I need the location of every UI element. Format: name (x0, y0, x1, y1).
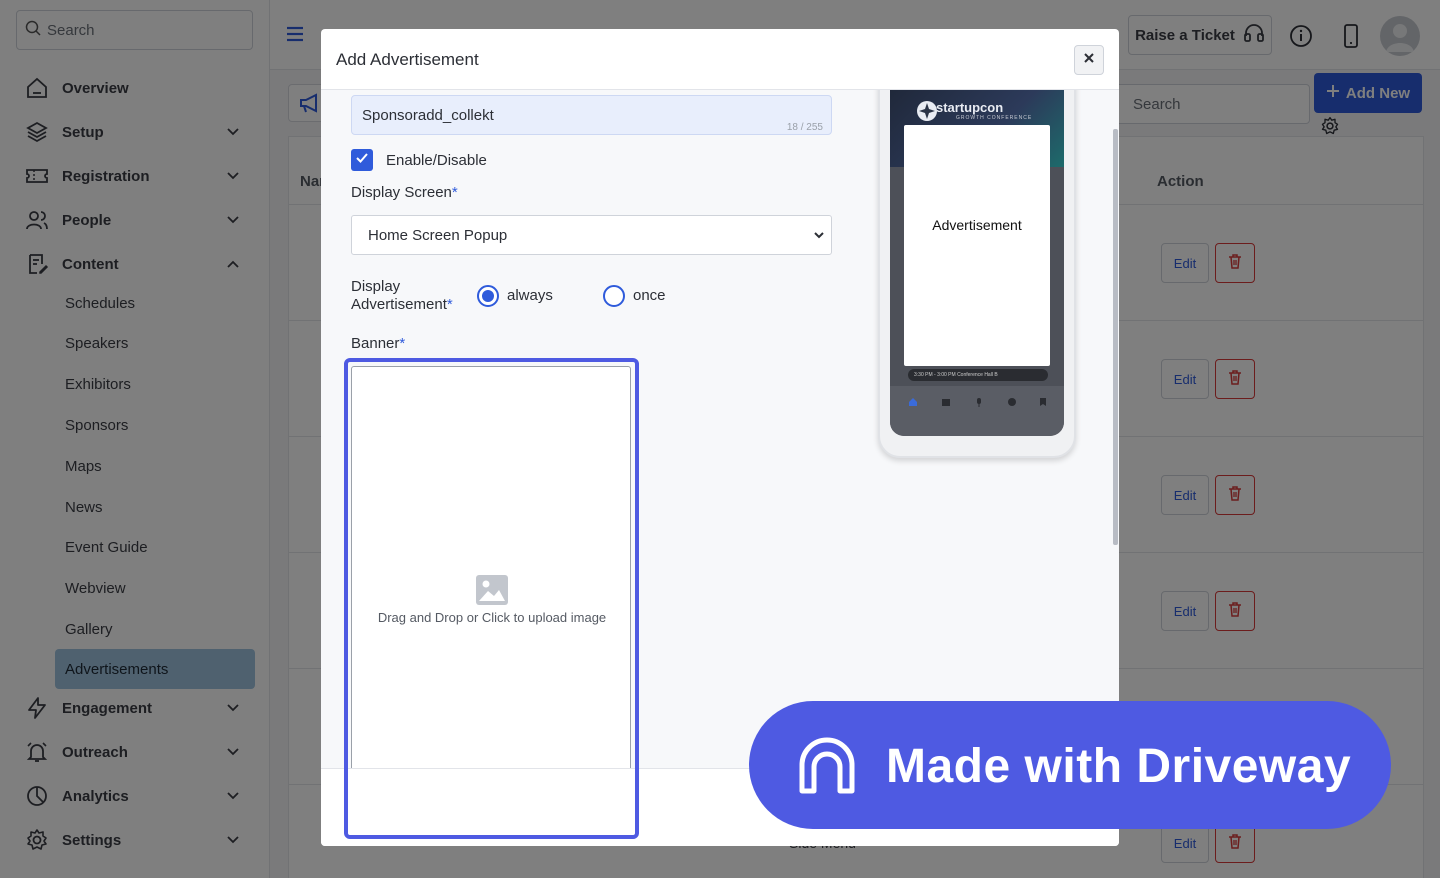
display-screen-value: Home Screen Popup (368, 226, 508, 244)
radio-once[interactable] (603, 285, 625, 307)
enable-checkbox[interactable] (351, 149, 373, 171)
driveway-badge-text: Made with Driveway (886, 740, 1352, 793)
radio-always-label: always (507, 287, 553, 304)
display-ad-label-text: Advertisement (351, 296, 447, 313)
calendar-icon (941, 394, 951, 412)
modal-title: Add Advertisement (336, 50, 479, 69)
advertisement-popup-preview: Advertisement (904, 125, 1050, 366)
driveway-logo-icon (797, 735, 857, 800)
display-screen-label: Display Screen* (351, 184, 458, 201)
display-screen-label-text: Display Screen (351, 184, 452, 201)
bookmark-icon (1038, 394, 1048, 412)
phone-brand-tagline: GROWTH CONFERENCE (956, 115, 1033, 121)
modal-header: Add Advertisement (321, 29, 1119, 90)
close-icon (1083, 51, 1095, 69)
display-screen-select[interactable]: Home Screen Popup (351, 215, 832, 255)
close-button[interactable] (1074, 45, 1104, 75)
made-with-driveway-badge[interactable]: Made with Driveway (749, 701, 1391, 829)
radio-always[interactable] (477, 285, 499, 307)
microphone-icon (974, 394, 984, 412)
home-icon (908, 394, 918, 412)
enable-label: Enable/Disable (386, 152, 487, 169)
checkmark-icon (355, 151, 369, 169)
phone-brand-name: startupcon (936, 100, 1004, 115)
banner-highlight-outline (344, 358, 639, 839)
display-ad-label-line2: Advertisement* (351, 296, 453, 313)
phone-preview: startupcon GROWTH CONFERENCE Advertiseme… (878, 90, 1076, 458)
phone-bottom-nav (890, 386, 1064, 436)
chat-icon (1007, 394, 1017, 412)
startupcon-logo-icon (916, 100, 938, 127)
radio-once-label: once (633, 287, 666, 304)
banner-label: Banner* (351, 335, 406, 352)
advertisement-preview-text: Advertisement (932, 217, 1022, 233)
advertisement-name-input[interactable]: Sponsoradd_collekt 18 / 255 (351, 95, 832, 135)
char-counter: 18 / 255 (786, 122, 823, 133)
session-strip: 3:30 PM - 3:00 PM Conference Hall B (908, 369, 1048, 381)
name-input-value: Sponsoradd_collekt (362, 106, 494, 124)
modal-scrollbar[interactable] (1113, 129, 1118, 545)
banner-label-text: Banner (351, 335, 400, 352)
phone-screen: startupcon GROWTH CONFERENCE Advertiseme… (890, 90, 1064, 436)
display-ad-label-line1: Display (351, 278, 401, 295)
chevron-down-icon (813, 228, 825, 245)
